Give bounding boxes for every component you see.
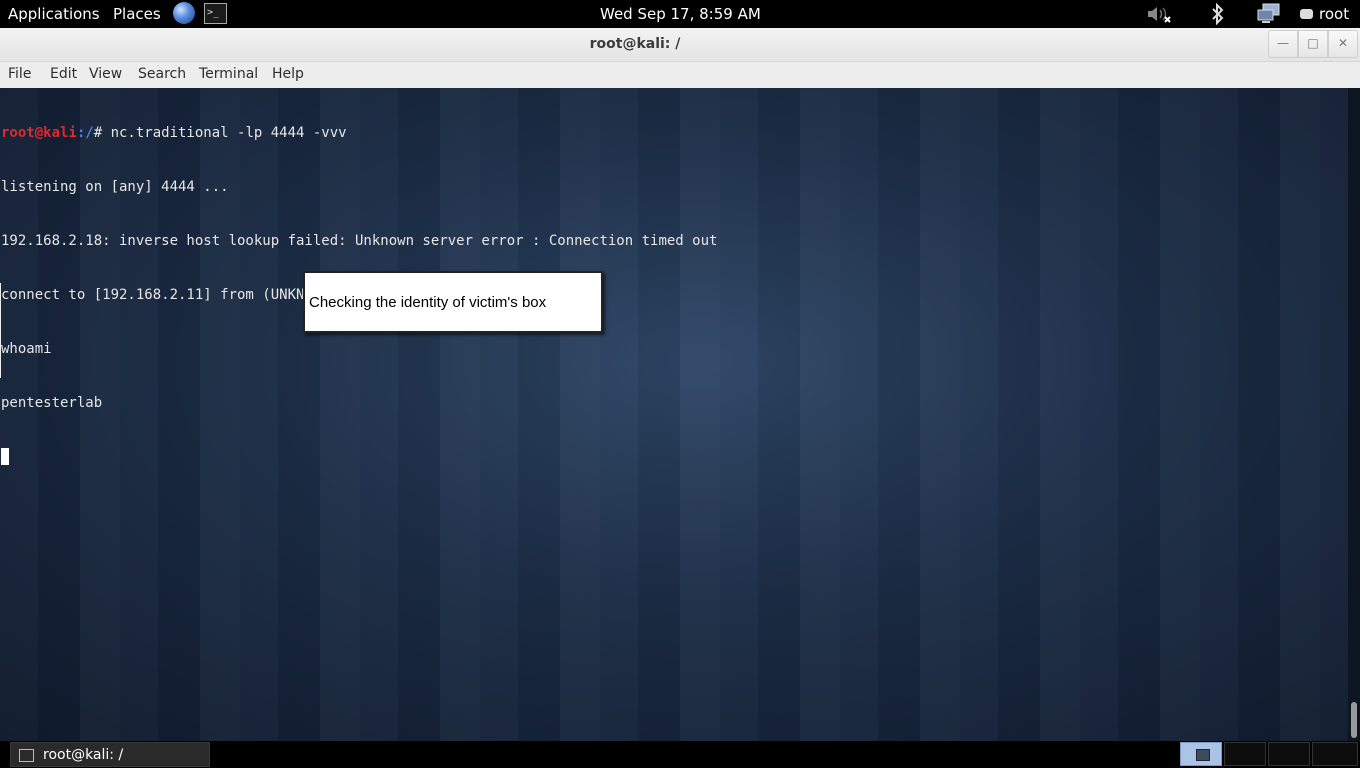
prompt-path: :/ bbox=[76, 125, 94, 141]
window-title-bar[interactable]: root@kali: / — □ ✕ bbox=[0, 28, 1360, 62]
output-line: pentesterlab bbox=[1, 395, 103, 411]
workspace-1[interactable] bbox=[1180, 742, 1222, 766]
menu-terminal[interactable]: Terminal bbox=[199, 62, 258, 87]
divider bbox=[0, 283, 1, 378]
menu-edit[interactable]: Edit bbox=[50, 62, 77, 87]
command-line: root@kali:/# nc.traditional -lp 4444 -vv… bbox=[1, 124, 717, 142]
prompt-user: root@kali bbox=[1, 125, 77, 141]
terminal-area[interactable]: root@kali:/# nc.traditional -lp 4444 -vv… bbox=[0, 88, 1348, 741]
terminal-icon bbox=[19, 749, 34, 762]
taskbar-window-button[interactable]: root@kali: / bbox=[10, 742, 210, 767]
output-line: whoami bbox=[1, 341, 52, 357]
workspace-2[interactable] bbox=[1224, 742, 1266, 766]
web-browser-icon[interactable] bbox=[173, 2, 195, 24]
menu-view[interactable]: View bbox=[89, 62, 122, 87]
taskbar-window-label: root@kali: / bbox=[43, 747, 124, 763]
cursor-line bbox=[1, 448, 717, 466]
network-icon[interactable] bbox=[1257, 3, 1281, 25]
menu-help[interactable]: Help bbox=[272, 62, 304, 87]
menu-bar: File Edit View Search Terminal Help bbox=[0, 62, 1360, 88]
output-line: 192.168.2.18: inverse host lookup failed… bbox=[1, 233, 718, 249]
prompt-symbol: # bbox=[93, 125, 111, 141]
menu-file[interactable]: File bbox=[8, 62, 31, 87]
minimize-button[interactable]: — bbox=[1268, 30, 1298, 58]
chat-bubble-icon bbox=[1300, 9, 1313, 19]
close-button[interactable]: ✕ bbox=[1328, 30, 1358, 58]
places-menu[interactable]: Places bbox=[113, 0, 161, 28]
menu-search[interactable]: Search bbox=[138, 62, 186, 87]
annotation-callout: Checking the identity of victim's box bbox=[303, 271, 603, 333]
output-line: listening on [any] 4444 ... bbox=[1, 179, 229, 195]
maximize-button[interactable]: □ bbox=[1298, 30, 1328, 58]
window-title: root@kali: / bbox=[589, 36, 681, 52]
text-cursor bbox=[1, 448, 9, 465]
user-menu-label: root bbox=[1319, 5, 1350, 23]
applications-menu[interactable]: Applications bbox=[8, 0, 100, 28]
scrollbar-thumb[interactable] bbox=[1351, 702, 1357, 738]
command-text: nc.traditional -lp 4444 -vvv bbox=[110, 125, 347, 141]
terminal-icon bbox=[1196, 749, 1210, 761]
workspace-4[interactable] bbox=[1312, 742, 1358, 766]
bluetooth-icon[interactable] bbox=[1210, 2, 1226, 26]
bottom-taskbar: root@kali: / bbox=[0, 741, 1360, 768]
annotation-text: Checking the identity of victim's box bbox=[309, 294, 547, 311]
volume-muted-icon[interactable] bbox=[1146, 4, 1172, 24]
top-panel: Applications Places >_ Wed Sep 17, 8:59 … bbox=[0, 0, 1360, 28]
terminal-launcher-icon[interactable]: >_ bbox=[204, 3, 227, 24]
workspace-3[interactable] bbox=[1268, 742, 1310, 766]
clock[interactable]: Wed Sep 17, 8:59 AM bbox=[600, 0, 761, 28]
user-menu[interactable]: root bbox=[1300, 0, 1349, 28]
scrollbar[interactable] bbox=[1348, 88, 1360, 741]
